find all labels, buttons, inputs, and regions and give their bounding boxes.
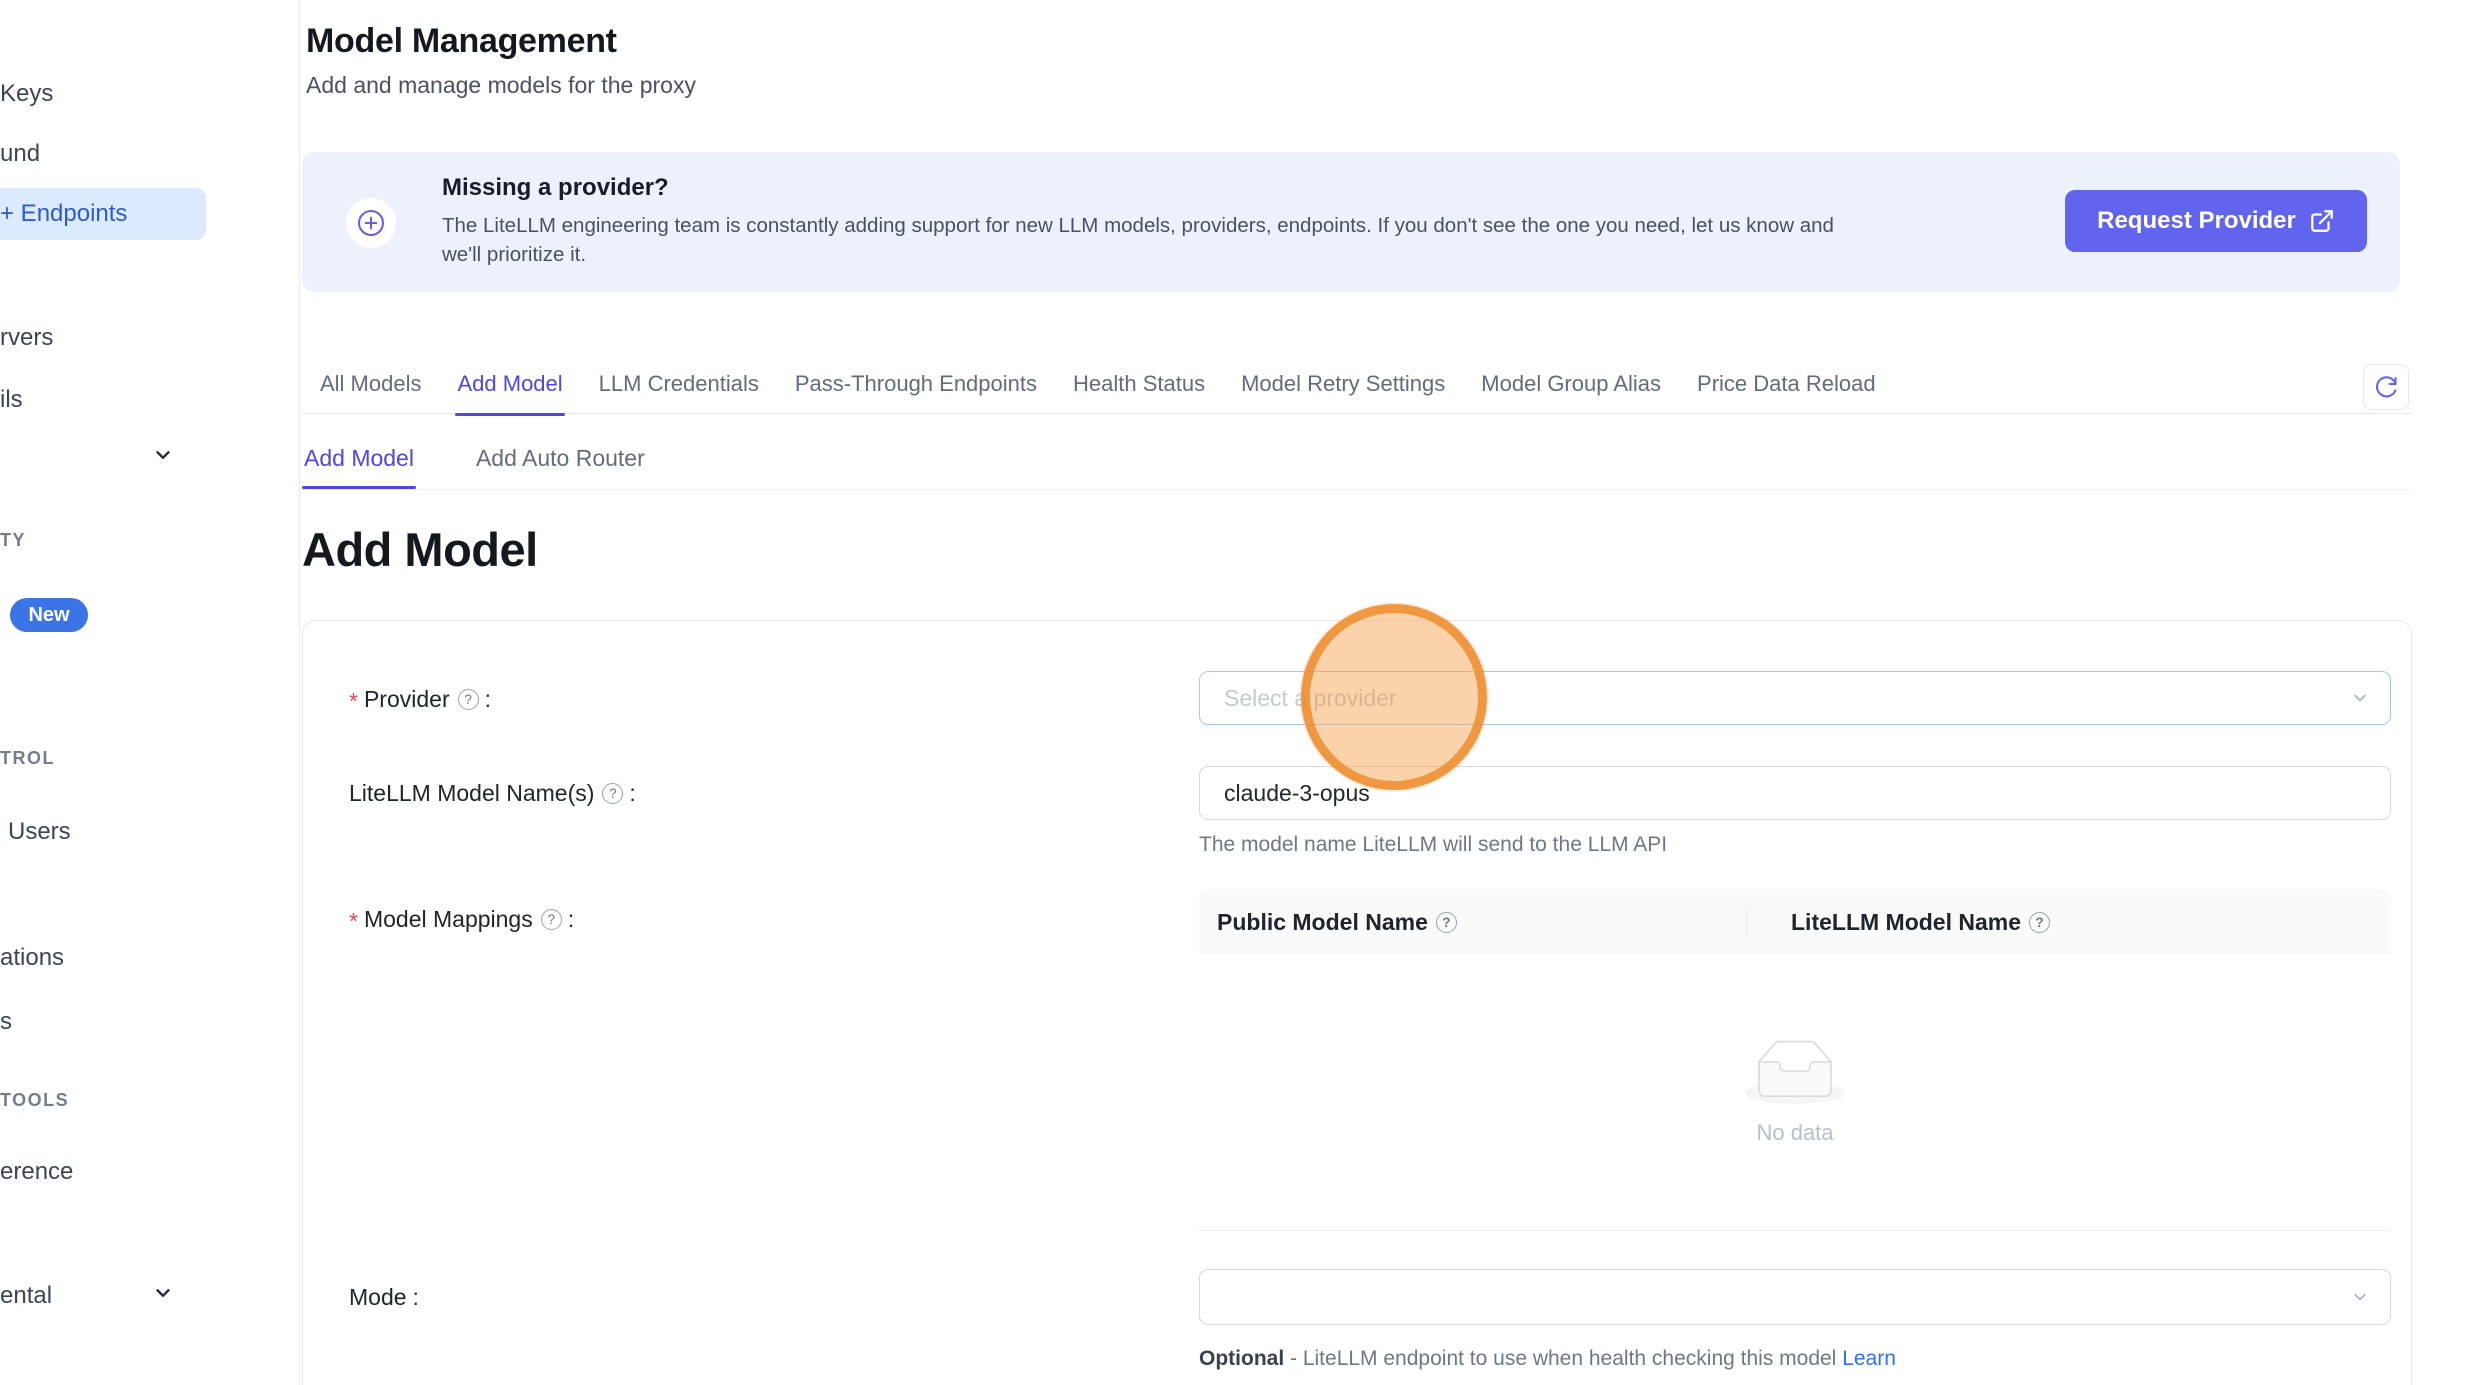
sidebar-section-observability: TY	[0, 530, 26, 551]
sidebar: Keys und + Endpoints rvers ils TY New TR…	[0, 0, 300, 1385]
mode-label-text: Mode	[349, 1284, 407, 1311]
tab-llm-credentials[interactable]: LLM Credentials	[597, 355, 761, 415]
help-icon[interactable]: ?	[602, 783, 623, 804]
help-icon[interactable]: ?	[541, 909, 562, 930]
tab-all-models[interactable]: All Models	[318, 355, 423, 415]
sidebar-item-keys[interactable]: Keys	[0, 80, 53, 108]
sidebar-item-users[interactable]: Users	[8, 818, 71, 846]
mode-help-text: - LiteLLM endpoint to use when health ch…	[1284, 1347, 1842, 1370]
chevron-down-icon	[2350, 688, 2370, 708]
colon: :	[629, 780, 635, 807]
help-icon[interactable]: ?	[1436, 912, 1457, 933]
litellm-name-help: The model name LiteLLM will send to the …	[1199, 833, 1667, 857]
provider-label: * Provider ? :	[349, 673, 491, 725]
tab-model-retry-settings[interactable]: Model Retry Settings	[1239, 355, 1447, 415]
provider-label-text: Provider	[364, 686, 450, 713]
column-public-model-name-text: Public Model Name	[1217, 909, 1428, 936]
sidebar-item-teams[interactable]: s	[0, 1008, 12, 1036]
add-model-heading: Add Model	[302, 522, 538, 577]
sidebar-item-servers[interactable]: rvers	[0, 324, 53, 352]
external-link-icon	[2309, 208, 2335, 234]
add-model-form-card: * Provider ? : Select a provider LiteLLM…	[302, 620, 2412, 1385]
model-mappings-label: * Model Mappings ? :	[349, 891, 574, 947]
model-mappings-table: Public Model Name ? LiteLLM Model Name ?	[1199, 889, 2391, 1231]
sidebar-item-organizations[interactable]: ations	[0, 944, 64, 972]
refresh-icon	[2374, 375, 2398, 399]
litellm-name-label: LiteLLM Model Name(s) ? :	[349, 767, 636, 819]
missing-provider-banner: Missing a provider? The LiteLLM engineer…	[302, 152, 2400, 292]
subtab-add-model[interactable]: Add Model	[302, 438, 416, 488]
sidebar-section-access-control: TROL	[0, 748, 55, 769]
banner-body-line2: we'll prioritize it.	[442, 243, 586, 267]
sidebar-item-details[interactable]: ils	[0, 386, 23, 414]
model-tabs: All Models Add Model LLM Credentials Pas…	[302, 356, 2412, 414]
model-mappings-label-text: Model Mappings	[364, 906, 533, 933]
page-subtitle: Add and manage models for the proxy	[306, 72, 696, 99]
request-provider-button[interactable]: Request Provider	[2065, 190, 2367, 252]
sidebar-item-playground[interactable]: und	[0, 140, 40, 168]
sidebar-item-inference[interactable]: erence	[0, 1158, 73, 1186]
column-litellm-model-name-text: LiteLLM Model Name	[1791, 909, 2021, 936]
colon: :	[568, 906, 574, 933]
chevron-down-icon	[2350, 1287, 2370, 1307]
colon: :	[485, 686, 491, 713]
refresh-button[interactable]	[2363, 364, 2409, 410]
litellm-name-label-text: LiteLLM Model Name(s)	[349, 780, 594, 807]
mappings-table-header: Public Model Name ? LiteLLM Model Name ?	[1199, 889, 2391, 955]
litellm-name-input[interactable]: claude-3-opus	[1199, 766, 2391, 820]
colon: :	[413, 1284, 419, 1311]
required-asterisk: *	[349, 908, 358, 935]
tab-price-data-reload[interactable]: Price Data Reload	[1695, 355, 1878, 415]
subtab-add-auto-router[interactable]: Add Auto Router	[474, 438, 647, 488]
mode-help-optional: Optional	[1199, 1347, 1284, 1370]
tab-health-status[interactable]: Health Status	[1071, 355, 1207, 415]
column-public-model-name: Public Model Name ?	[1199, 909, 1746, 936]
plus-circle-icon	[346, 198, 396, 248]
add-model-subtabs: Add Model Add Auto Router	[302, 438, 2412, 490]
provider-select[interactable]: Select a provider	[1199, 671, 2391, 725]
litellm-name-value: claude-3-opus	[1200, 780, 1370, 807]
tab-add-model[interactable]: Add Model	[455, 355, 564, 415]
sidebar-section-tools: TOOLS	[0, 1090, 69, 1111]
help-icon[interactable]: ?	[2029, 912, 2050, 933]
tab-pass-through-endpoints[interactable]: Pass-Through Endpoints	[793, 355, 1039, 415]
chevron-down-icon[interactable]	[152, 1282, 174, 1304]
new-badge: New	[10, 598, 88, 632]
request-provider-label: Request Provider	[2097, 207, 2296, 235]
page-title: Model Management	[306, 22, 617, 61]
chevron-down-icon[interactable]	[152, 444, 174, 466]
mappings-empty-state: No data	[1199, 955, 2391, 1231]
learn-link[interactable]: Learn	[1842, 1347, 1896, 1370]
sidebar-item-endpoints-label: + Endpoints	[0, 200, 127, 228]
no-data-text: No data	[1756, 1120, 1833, 1146]
column-litellm-model-name: LiteLLM Model Name ?	[1747, 909, 2391, 936]
mode-help: Optional - LiteLLM endpoint to use when …	[1199, 1347, 1896, 1371]
banner-body-line1: The LiteLLM engineering team is constant…	[442, 214, 1834, 238]
sidebar-item-endpoints-active[interactable]: + Endpoints	[0, 188, 206, 240]
empty-box-icon	[1745, 1040, 1845, 1104]
sidebar-item-experimental[interactable]: ental	[0, 1282, 52, 1310]
help-icon[interactable]: ?	[458, 689, 479, 710]
required-asterisk: *	[349, 688, 358, 715]
tab-model-group-alias[interactable]: Model Group Alias	[1479, 355, 1663, 415]
mode-label: Mode :	[349, 1269, 419, 1325]
banner-title: Missing a provider?	[442, 174, 669, 202]
provider-placeholder: Select a provider	[1200, 685, 1397, 712]
mode-select[interactable]	[1199, 1269, 2391, 1325]
page: Keys und + Endpoints rvers ils TY New TR…	[0, 0, 2477, 1385]
